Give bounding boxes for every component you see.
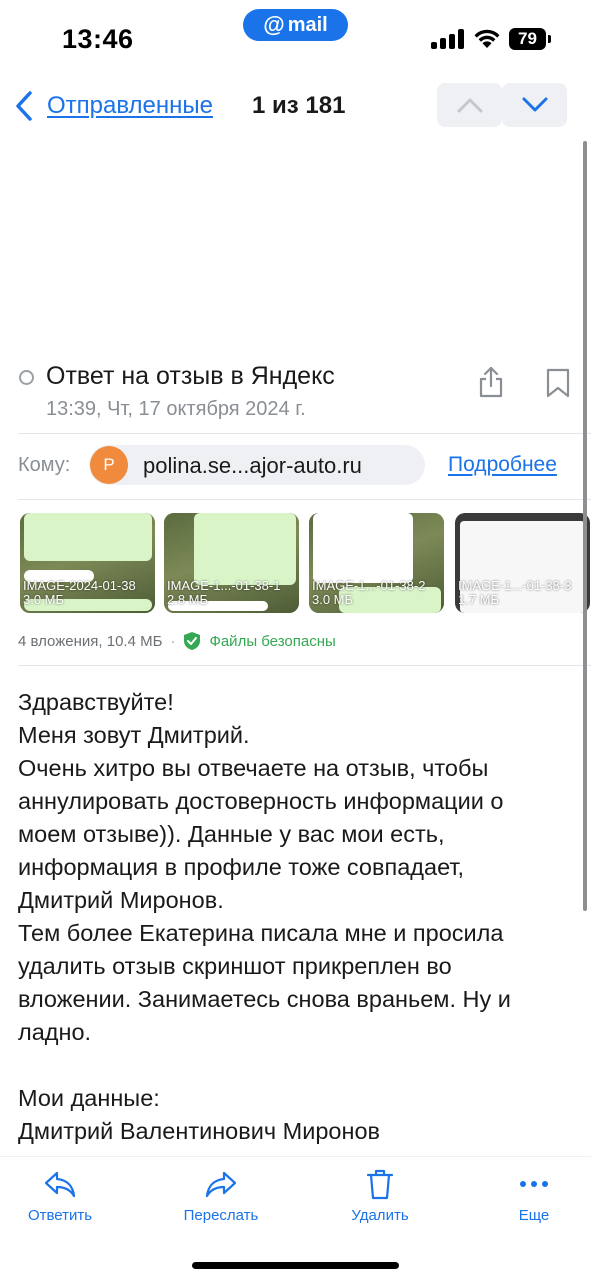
attachment-caption: IMAGE-1...-01-38-2 3.0 МБ [312,579,426,607]
next-message-button[interactable] [502,83,567,127]
body-line [18,1049,578,1082]
divider [18,433,591,434]
attachments-count: 4 вложения, 10.4 МБ [18,632,163,650]
chevron-left-icon[interactable] [12,89,36,123]
body-line: Тем более Екатерина писала мне и просила [18,920,504,946]
attachment-thumbnail[interactable]: IMAGE-1...-01-38-1 2.8 МБ [164,513,299,613]
previous-message-button[interactable] [437,83,502,127]
body-line: вложении. Занимаетесь снова враньем. Ну … [18,986,511,1012]
to-label: Кому: [18,454,71,476]
body-line: удалить отзыв скриншот прикреплен во [18,953,452,979]
message-header: Ответ на отзыв в Яндекс 13:39, Чт, 17 ок… [0,360,591,430]
body-line: информация в профиле тоже совпадает, [18,854,465,880]
body-line: моем отзыве)). Данные у вас мои есть, [18,821,445,847]
body-line: Здравствуйте! [18,689,174,715]
more-button[interactable]: Еще [507,1167,561,1227]
recipient-chip[interactable]: P polina.se...ajor-auto.ru [89,445,425,485]
attachment-thumbnail[interactable]: IMAGE-1...-01-38-3 1.7 МБ [455,513,590,613]
share-icon[interactable] [478,366,504,398]
forward-icon [205,1171,237,1198]
shield-check-icon [184,632,201,650]
body-line: Мои данные: [18,1085,160,1111]
back-to-sent-link[interactable]: Отправленные [47,92,213,120]
body-line: Дмитрий Валентинович Миронов [18,1118,381,1144]
app-badge: @ mail [243,9,348,41]
divider [18,665,591,666]
app-badge-label: mail [287,13,328,36]
body-line: Очень хитро вы отвечаете на отзыв, чтобы [18,755,489,781]
bookmark-icon[interactable] [545,368,571,398]
message-body: Здравствуйте! Меня зовут Дмитрий. Очень … [18,686,578,1148]
delete-button[interactable]: Удалить [348,1167,412,1227]
reply-button[interactable]: Ответить [22,1167,98,1227]
status-bar: 13:46 @ mail 79 [0,0,591,80]
forward-button[interactable]: Переслать [178,1167,264,1227]
read-status-icon[interactable] [19,370,34,385]
reply-label: Ответить [27,1207,93,1224]
attachments-strip: IMAGE-2024-01-38 3.0 МБ IMAGE-1...-01-38… [0,513,591,613]
attachment-caption: IMAGE-1...-01-38-3 1.7 МБ [458,579,572,607]
attachment-thumbnail[interactable]: IMAGE-2024-01-38 3.0 МБ [20,513,155,613]
battery-icon: 79 [509,28,551,50]
cellular-signal-icon [431,29,465,49]
chevron-down-icon [522,97,547,112]
attachment-caption: IMAGE-2024-01-38 3.0 МБ [23,579,136,607]
separator: · [170,632,176,650]
home-indicator[interactable] [192,1262,399,1269]
message-subject: Ответ на отзыв в Яндекс [46,362,335,390]
attachment-thumbnail[interactable]: IMAGE-1...-01-38-2 3.0 МБ [309,513,444,613]
wifi-icon [474,29,500,48]
reply-icon [44,1171,76,1198]
details-link[interactable]: Подробнее [448,453,557,477]
status-time: 13:46 [62,24,134,54]
at-icon: @ [263,12,285,37]
body-line: ладно. [18,1019,92,1045]
divider [18,499,591,500]
avatar: P [90,446,128,484]
more-label: Еще [518,1207,550,1224]
forward-label: Переслать [183,1207,259,1224]
body-line: Меня зовут Дмитрий. [18,722,250,748]
recipient-address: polina.se...ajor-auto.ru [143,453,362,478]
message-counter: 1 из 181 [252,92,346,119]
nav-bar: Отправленные 1 из 181 [0,80,591,132]
recipient-row: Кому: P polina.se...ajor-auto.ru Подробн… [0,444,591,486]
scrollbar[interactable] [583,141,587,911]
more-dots-icon [520,1181,548,1187]
files-safe-label: Файлы безопасны [209,632,336,650]
body-line: аннулировать достоверность информации о [18,788,504,814]
chevron-up-icon [457,98,482,113]
delete-label: Удалить [351,1207,409,1224]
message-date: 13:39, Чт, 17 октября 2024 г. [46,398,306,420]
battery-level: 79 [509,28,546,50]
body-line: Дмитрий Миронов. [18,887,224,913]
attachment-caption: IMAGE-1...-01-38-1 2.8 МБ [167,579,281,607]
attachments-summary: 4 вложения, 10.4 МБ · Файлы безопасны [18,631,336,651]
trash-icon [366,1169,394,1200]
